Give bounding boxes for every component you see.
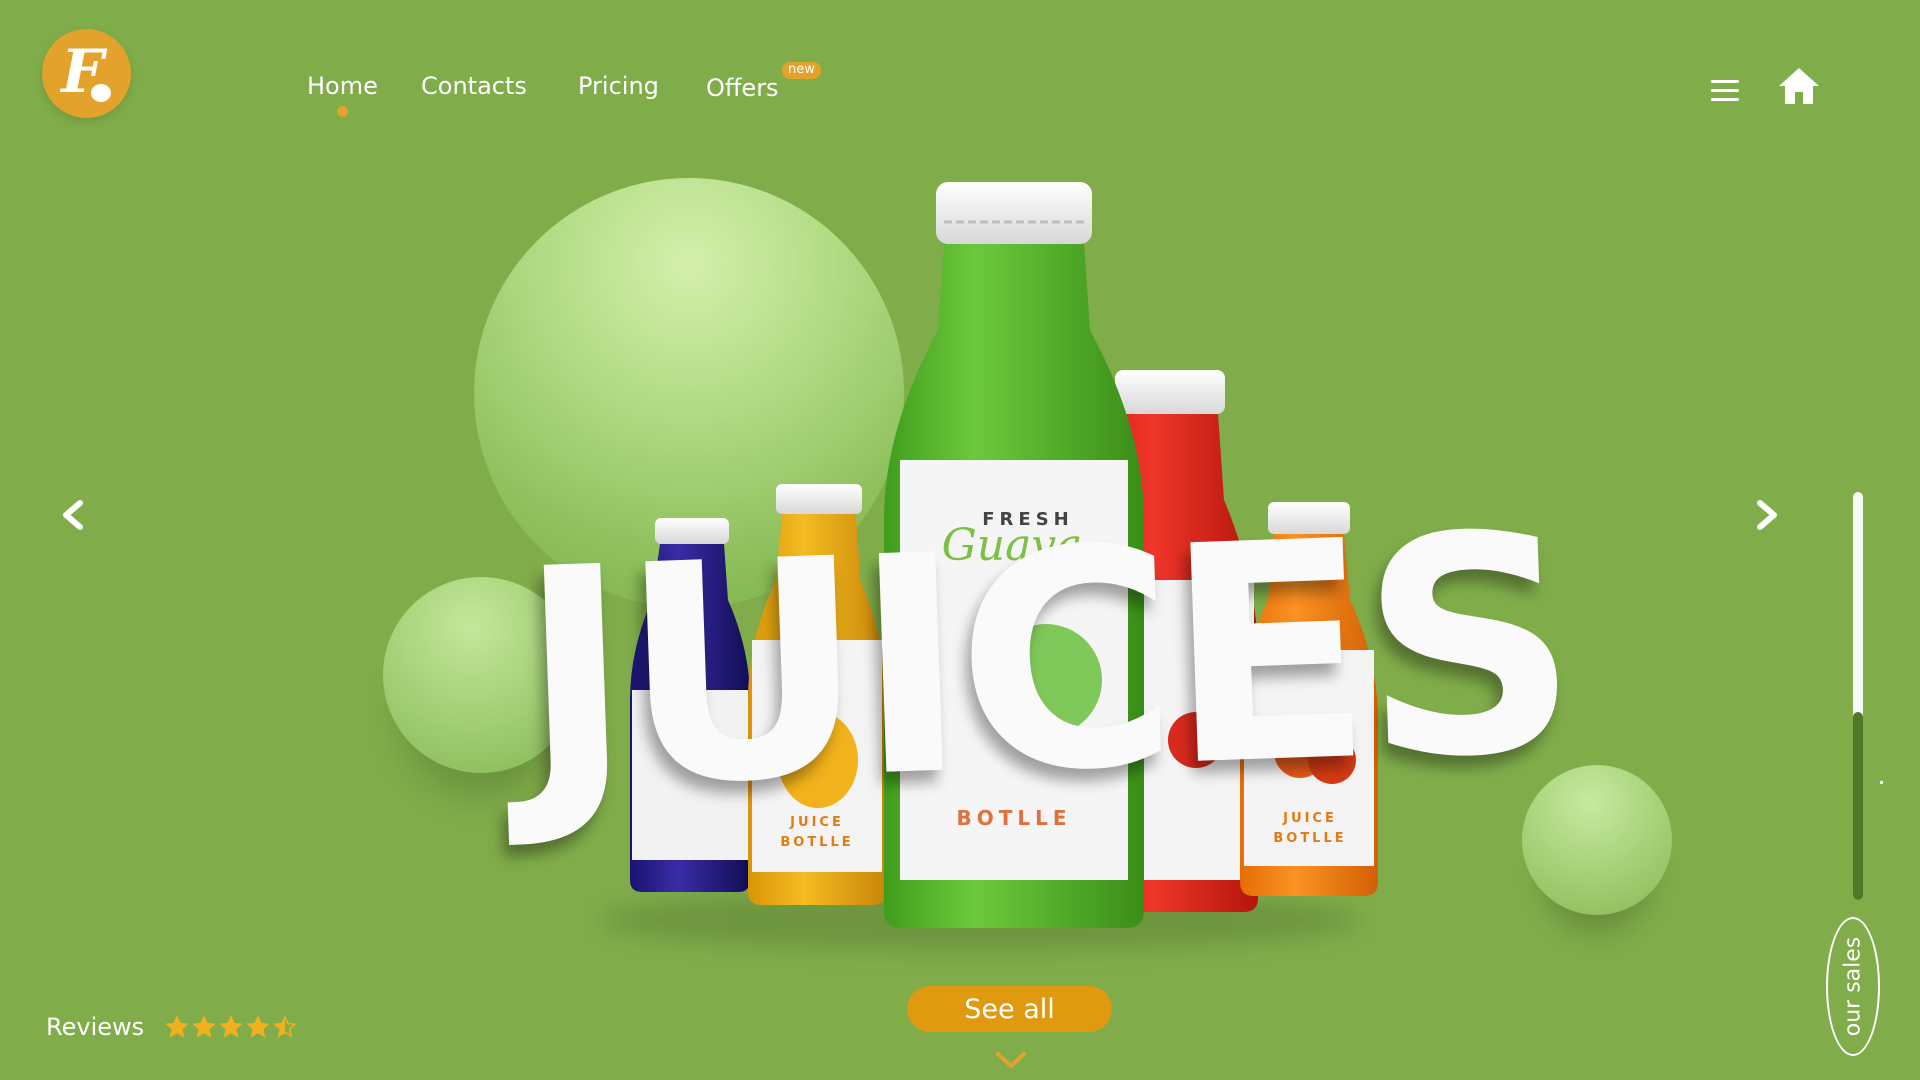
star-full-icon: [166, 1016, 189, 1038]
our-sales-label: our sales: [1840, 936, 1866, 1037]
our-sales-button[interactable]: our sales: [1826, 917, 1880, 1056]
see-all-label: See all: [964, 993, 1055, 1025]
reviews-label: Reviews: [46, 1013, 145, 1041]
rating-stars: [166, 1016, 297, 1038]
chevron-down-icon[interactable]: [994, 1050, 1028, 1070]
tiny-dot: [1880, 781, 1883, 784]
landing-page: F Home Contacts Pricing Offers new JUICE…: [0, 0, 1920, 1080]
scroll-progress-fill: [1853, 712, 1863, 900]
see-all-button[interactable]: See all: [907, 986, 1112, 1032]
scroll-progress-track[interactable]: [1853, 492, 1863, 900]
star-full-icon: [247, 1016, 270, 1038]
star-full-icon: [193, 1016, 216, 1038]
hero-title: JUICES: [514, 469, 1574, 856]
star-half-icon: [274, 1016, 297, 1038]
star-full-icon: [220, 1016, 243, 1038]
svg-text:BOTLLE: BOTLLE: [1273, 831, 1346, 846]
reviews-section: Reviews: [46, 1013, 297, 1041]
